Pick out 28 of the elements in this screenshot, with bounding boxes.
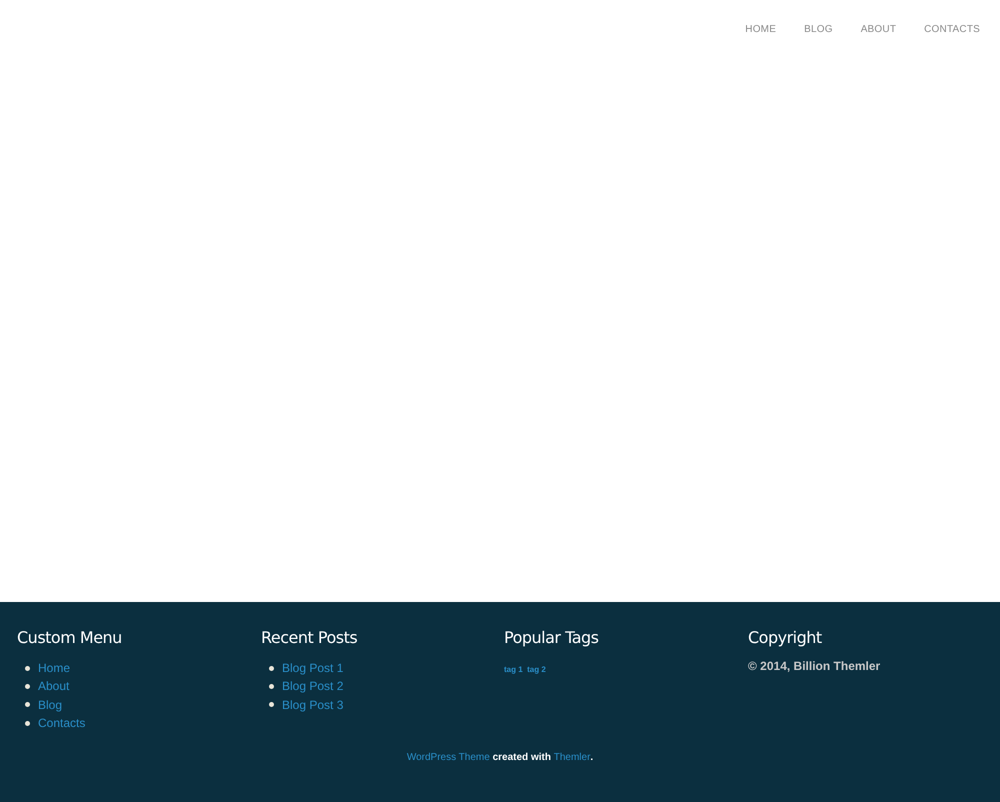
bullet-icon [269, 684, 274, 689]
widget-title: Custom Menu [17, 628, 123, 647]
copyright-text: © 2014, Billion Themler [748, 659, 882, 673]
footer-credit: WordPress Theme created with Themler. [406, 752, 594, 763]
widget-title: Recent Posts [261, 628, 358, 647]
nav-link[interactable]: CONTACTS [910, 22, 994, 37]
footer-link[interactable]: Blog [38, 698, 62, 712]
nav-link[interactable]: ABOUT [846, 22, 910, 37]
footer-link[interactable]: About [38, 679, 70, 694]
widget-title: Copyright [748, 628, 823, 647]
bullet-icon [25, 666, 30, 671]
widget-title: Popular Tags [504, 628, 600, 647]
footer-link[interactable]: Contacts [38, 716, 86, 730]
bullet-icon [25, 720, 30, 726]
theme-link[interactable]: WordPress Theme [406, 752, 490, 763]
footer-link[interactable]: Home [38, 661, 70, 676]
bullet-icon [25, 684, 30, 689]
tag-link[interactable]: tag 2 [527, 665, 546, 674]
tag-link[interactable]: tag 1 [504, 665, 523, 674]
themler-link[interactable]: Themler [554, 752, 590, 763]
bullet-icon [269, 702, 274, 708]
footer-link[interactable]: Blog Post 1 [282, 661, 344, 676]
nav-link[interactable]: BLOG [790, 22, 847, 37]
footer-link[interactable]: Blog Post 3 [282, 698, 344, 712]
footer-link[interactable]: Blog Post 2 [282, 679, 344, 694]
nav-link[interactable]: HOME [731, 22, 790, 37]
bullet-icon [269, 666, 274, 671]
bullet-icon [25, 702, 30, 708]
